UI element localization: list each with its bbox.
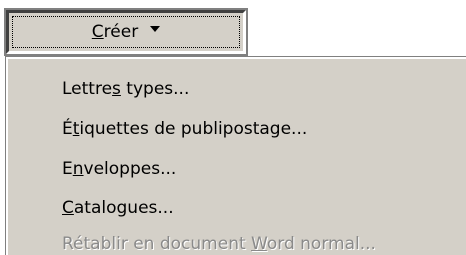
menu-item-text: Rétablir en document	[62, 234, 252, 254]
word-mail-merge-ui: Créer Lettres types... Étiquettes de pub…	[0, 0, 466, 255]
menu-item-text: Lettre	[62, 79, 113, 99]
menu-item-restore-normal-document: Rétablir en document Word normal...	[62, 231, 376, 255]
menu-item-text: E	[62, 159, 73, 179]
create-label-rest: réer	[103, 22, 139, 42]
menu-item-text: veloppes...	[83, 159, 177, 179]
create-button-label: Créer	[92, 22, 138, 42]
create-dropdown-button[interactable]: Créer	[4, 8, 248, 56]
menu-item-mnemonic: W	[251, 234, 267, 254]
menu-item-text: iquettes de publipostage...	[79, 119, 308, 139]
menu-item-text: É	[62, 119, 73, 139]
menu-item-mailing-labels[interactable]: Étiquettes de publipostage...	[62, 116, 307, 142]
create-mnemonic: C	[91, 22, 104, 42]
menu-item-mnemonic: s	[112, 79, 121, 99]
menu-item-text: ord normal...	[266, 234, 376, 254]
menu-item-mnemonic: C	[62, 198, 74, 218]
menu-item-envelopes[interactable]: Enveloppes...	[62, 156, 176, 182]
create-dropdown-menu: Lettres types... Étiquettes de publipost…	[5, 56, 466, 255]
menu-item-form-letters[interactable]: Lettres types...	[62, 76, 189, 102]
menu-item-text: atalogues...	[73, 198, 174, 218]
menu-item-text: types...	[120, 79, 190, 99]
triangle-down-icon	[150, 26, 161, 32]
menu-item-catalogs[interactable]: Catalogues...	[62, 195, 174, 221]
menu-item-mnemonic: n	[72, 159, 84, 179]
